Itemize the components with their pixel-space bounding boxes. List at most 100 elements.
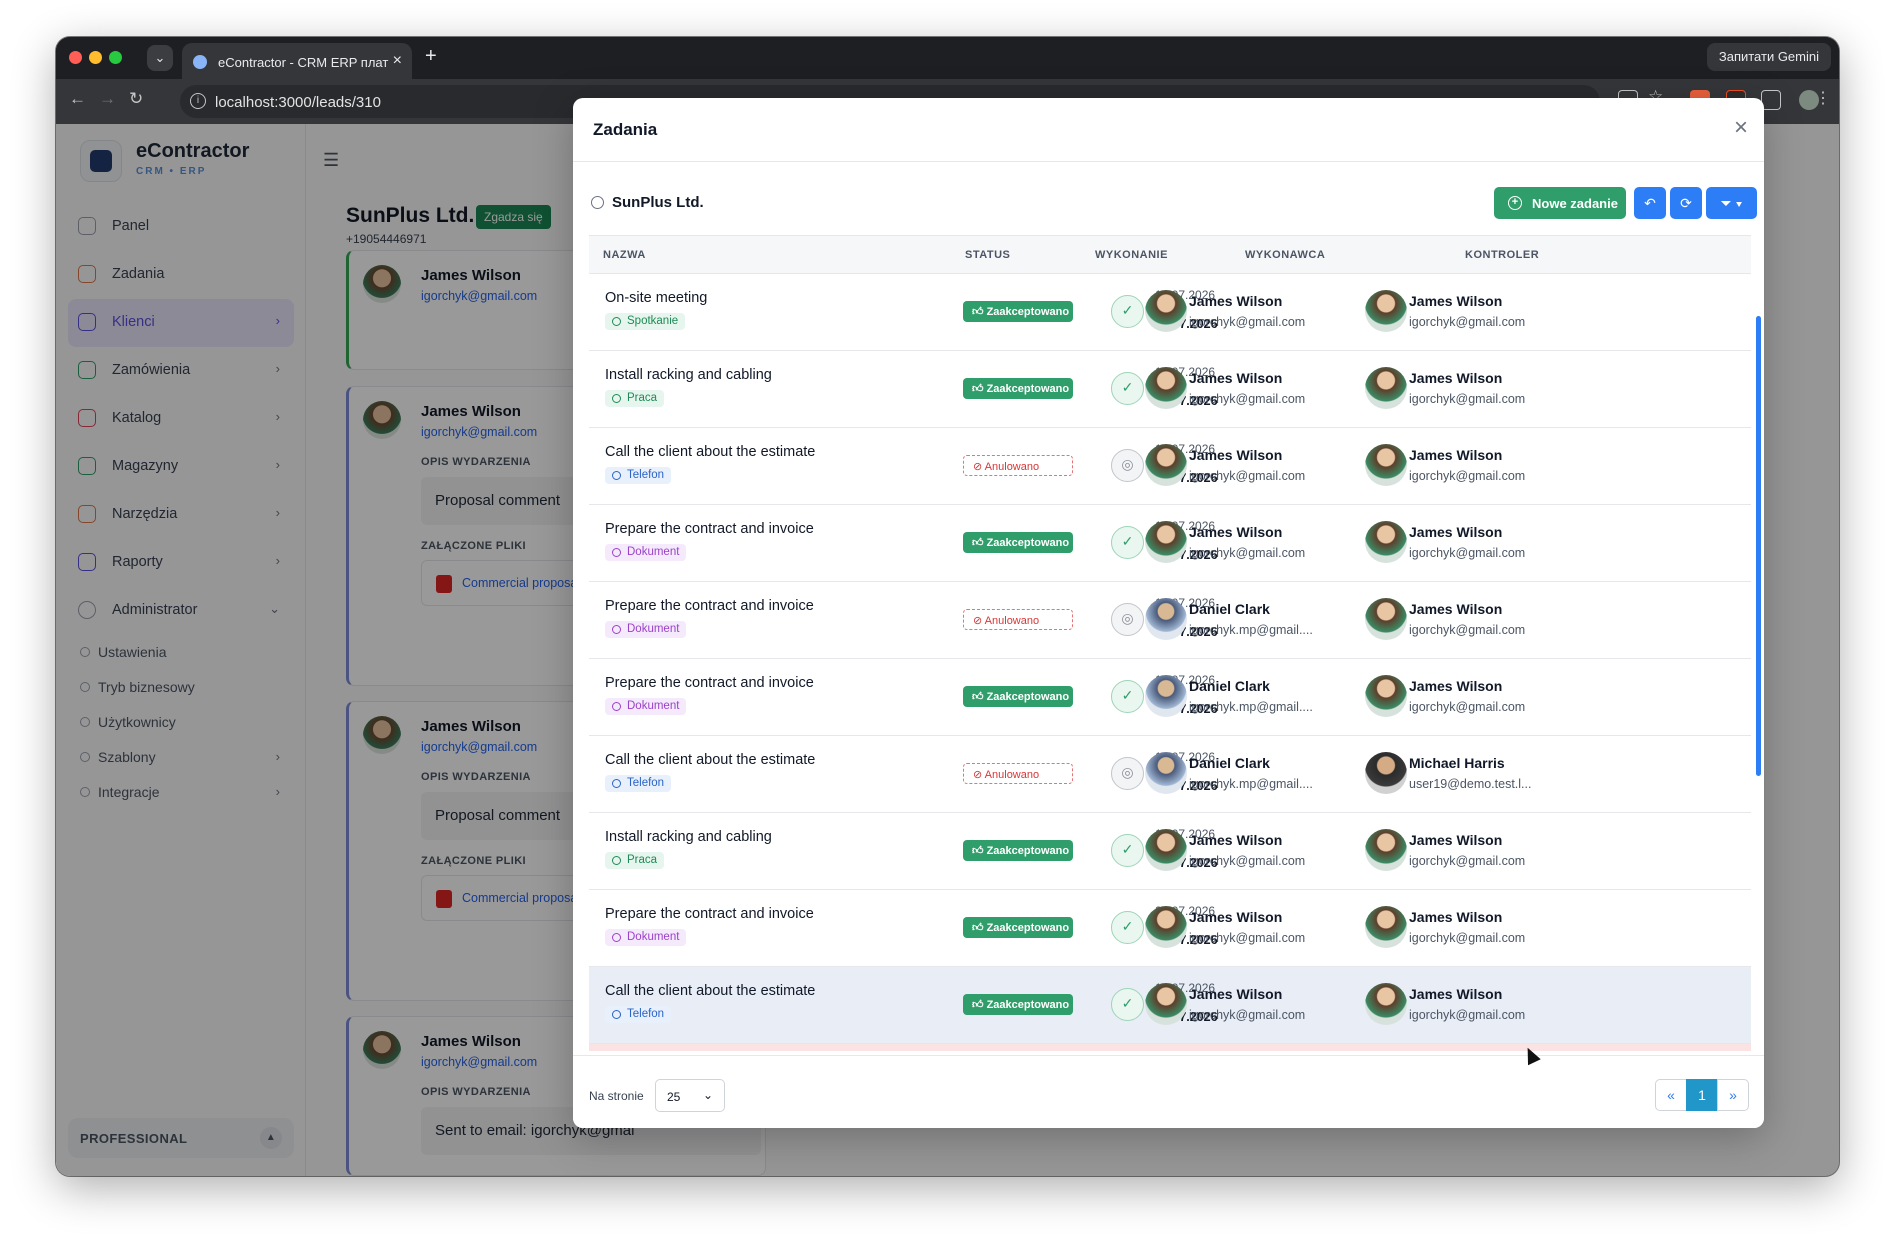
table-row[interactable]: Install racking and cabling Praca 👍︎ Zaakc… — [589, 351, 1751, 428]
task-type-tag: Dokument — [605, 698, 687, 715]
stop-circle-icon[interactable]: ◎ — [1111, 603, 1144, 636]
check-circle-icon[interactable]: ✓ — [1111, 988, 1144, 1021]
column-header-execution[interactable]: WYKONANIE — [1095, 249, 1168, 261]
controller-name: James Wilson — [1409, 447, 1503, 463]
task-type-tag: Dokument — [605, 929, 687, 946]
close-tab-icon[interactable]: × — [393, 52, 402, 70]
cancel-icon: ⊘ — [973, 769, 985, 781]
task-name[interactable]: Call the client about the estimate — [605, 983, 815, 999]
table-row[interactable]: On-site meeting Spotkanie 👍︎ Zaakceptowano… — [589, 274, 1751, 351]
pagination-prev[interactable]: « — [1655, 1079, 1687, 1111]
task-name[interactable]: Call the client about the estimate — [605, 444, 815, 460]
check-circle-icon[interactable]: ✓ — [1111, 911, 1144, 944]
pagination-page[interactable]: 1 — [1686, 1079, 1718, 1111]
task-name[interactable]: Prepare the contract and invoice — [605, 675, 814, 691]
undo-icon[interactable]: ↶ — [1634, 187, 1666, 219]
controller-avatar — [1365, 598, 1407, 640]
column-header-executor[interactable]: WYKONAWCA — [1245, 249, 1325, 261]
table-row[interactable]: Call the client about the estimate Telefo… — [589, 428, 1751, 505]
table-row[interactable]: Prepare the contract and invoice Dokument… — [589, 890, 1751, 967]
task-type-tag: Dokument — [605, 544, 687, 561]
tab-search-icon[interactable]: ⌄ — [147, 45, 173, 71]
stop-circle-icon[interactable]: ◎ — [1111, 449, 1144, 482]
task-type-icon — [612, 779, 621, 788]
status-label: Zaakceptowano — [986, 691, 1070, 703]
tasks-table-body: On-site meeting Spotkanie 👍︎ Zaakceptowano… — [589, 274, 1751, 1051]
column-header-controller[interactable]: KONTROLER — [1465, 249, 1539, 261]
executor-avatar — [1145, 983, 1187, 1025]
gemini-button[interactable]: Запитати Gemini — [1706, 43, 1831, 71]
status-badge: 👍︎ Zaakceptowano — [963, 917, 1073, 938]
check-circle-icon[interactable]: ✓ — [1111, 834, 1144, 867]
pagination-next[interactable]: » — [1717, 1079, 1749, 1111]
filter-dropdown-button[interactable]: ⏷ ▾ — [1706, 187, 1757, 219]
back-icon[interactable]: ← — [69, 89, 86, 109]
task-name[interactable]: Install racking and cabling — [605, 367, 772, 383]
browser-tab[interactable]: eContractor - CRM ERP плат × — [182, 43, 412, 79]
table-row[interactable]: Prepare the contract and invoice Dokument… — [589, 659, 1751, 736]
table-row[interactable]: Install racking and cabling Praca 👍︎ Zaakc… — [589, 813, 1751, 890]
task-name[interactable]: Install racking and cabling — [605, 829, 772, 845]
stop-circle-icon[interactable]: ◎ — [1111, 757, 1144, 790]
executor-name: Daniel Clark — [1189, 601, 1270, 617]
close-icon[interactable]: × — [1734, 114, 1748, 142]
executor-name: James Wilson — [1189, 524, 1283, 540]
table-row[interactable]: Prepare the contract and invoice Dokument… — [589, 505, 1751, 582]
forward-icon[interactable]: → — [99, 89, 116, 109]
executor-avatar — [1145, 367, 1187, 409]
column-header-name[interactable]: NAZWA — [603, 249, 646, 261]
maximize-window-button[interactable] — [109, 51, 122, 64]
status-label: Anulowano — [984, 461, 1040, 473]
status-badge: 👍︎ Zaakceptowano — [963, 301, 1073, 322]
controller-name: James Wilson — [1409, 678, 1503, 694]
task-type-label: Telefon — [627, 1008, 665, 1020]
table-row[interactable]: Prepare the contract and invoice Dokument… — [589, 582, 1751, 659]
thumbs-up-icon: 👍︎ — [972, 922, 987, 934]
controller-avatar — [1365, 367, 1407, 409]
extensions-puzzle-icon[interactable] — [1761, 90, 1781, 110]
check-circle-icon[interactable]: ✓ — [1111, 295, 1144, 328]
executor-name: James Wilson — [1189, 986, 1283, 1002]
minimize-window-button[interactable] — [89, 51, 102, 64]
refresh-icon[interactable]: ⟳ — [1670, 187, 1702, 219]
modal-client-name: SunPlus Ltd. — [612, 194, 704, 211]
table-row[interactable]: 14.07.2026 — [589, 1044, 1751, 1051]
controller-avatar — [1365, 752, 1407, 794]
new-tab-icon[interactable]: + — [425, 45, 437, 68]
check-circle-icon[interactable]: ✓ — [1111, 526, 1144, 559]
executor-name: Daniel Clark — [1189, 678, 1270, 694]
task-type-tag: Praca — [605, 390, 665, 407]
task-type-icon — [612, 394, 621, 403]
column-header-status[interactable]: STATUS — [965, 249, 1010, 261]
task-name[interactable]: Prepare the contract and invoice — [605, 598, 814, 614]
browser-menu-icon[interactable]: ⋮ — [1815, 88, 1835, 108]
task-name[interactable]: On-site meeting — [605, 290, 707, 306]
check-circle-icon[interactable]: ✓ — [1111, 372, 1144, 405]
new-task-button[interactable]: + Nowe zadanie — [1494, 187, 1626, 219]
task-name[interactable]: Call the client about the estimate — [605, 752, 815, 768]
task-name[interactable]: Prepare the contract and invoice — [605, 906, 814, 922]
table-row[interactable]: Call the client about the estimate Telefo… — [589, 736, 1751, 813]
table-row[interactable]: Call the client about the estimate Telefo… — [589, 967, 1751, 1044]
task-type-icon — [612, 933, 621, 942]
executor-email: igorchyk@gmail.com — [1189, 392, 1306, 406]
thumbs-up-icon: 👍︎ — [972, 845, 987, 857]
controller-email: igorchyk@gmail.com — [1409, 623, 1526, 637]
site-info-icon[interactable]: i — [190, 93, 206, 109]
controller-email: igorchyk@gmail.com — [1409, 854, 1526, 868]
scrollbar[interactable] — [1756, 316, 1761, 776]
task-type-icon — [612, 471, 621, 480]
task-type-icon — [612, 1010, 621, 1019]
executor-avatar — [1145, 829, 1187, 871]
status-badge: 👍︎ Zaakceptowano — [963, 378, 1073, 399]
reload-icon[interactable]: ↻ — [129, 89, 143, 109]
executor-avatar — [1145, 444, 1187, 486]
status-badge: 👍︎ Zaakceptowano — [963, 840, 1073, 861]
task-type-icon — [612, 625, 621, 634]
close-window-button[interactable] — [69, 51, 82, 64]
controller-email: igorchyk@gmail.com — [1409, 931, 1526, 945]
per-page-select[interactable]: 25 ⌄ — [655, 1079, 725, 1112]
executor-name: James Wilson — [1189, 370, 1283, 386]
check-circle-icon[interactable]: ✓ — [1111, 680, 1144, 713]
task-name[interactable]: Prepare the contract and invoice — [605, 521, 814, 537]
